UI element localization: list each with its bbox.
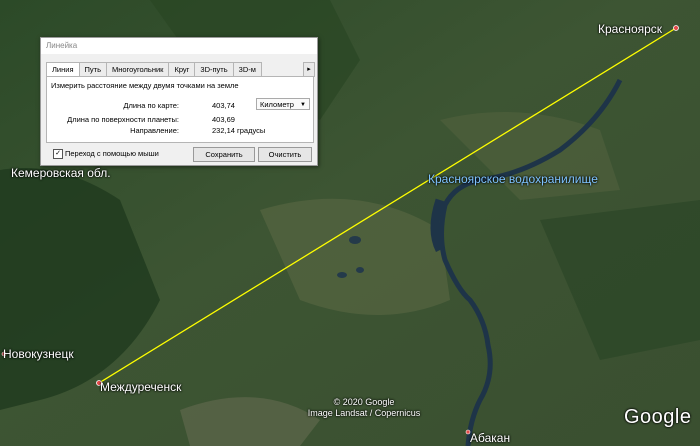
- city-label-mezhdurechensk: Междуреченск: [100, 380, 182, 394]
- reservoir-label: Красноярское водохранилище: [428, 172, 598, 186]
- google-logo: Google: [624, 406, 692, 428]
- tab-line[interactable]: Линия: [46, 62, 80, 77]
- clear-button[interactable]: Очистить: [258, 147, 312, 162]
- attribution-copyright: © 2020 Google: [333, 397, 395, 407]
- ruler-tabs: Линия Путь Многоугольник Круг 3D-путь 3D…: [46, 62, 262, 77]
- region-label: Кемеровская обл.: [11, 166, 111, 180]
- dialog-title: Линейка: [41, 38, 317, 54]
- heading-label: Направление:: [130, 126, 179, 135]
- surface-length-label: Длина по поверхности планеты:: [67, 115, 179, 124]
- map-length-value: 403,74: [212, 101, 235, 110]
- tab-3d-path[interactable]: 3D-путь: [194, 62, 234, 76]
- map-length-label: Длина по карте:: [123, 101, 179, 110]
- surface-length-value: 403,69: [212, 115, 235, 124]
- mouse-navigation-label: Переход с помощью мыши: [65, 149, 159, 158]
- tab-scroll-right-icon[interactable]: ▸: [303, 62, 315, 77]
- tab-path[interactable]: Путь: [78, 62, 107, 76]
- mouse-navigation-checkbox[interactable]: ✓: [53, 149, 63, 159]
- chevron-down-icon: ▼: [300, 102, 306, 108]
- tab-polygon[interactable]: Многоугольник: [106, 62, 170, 76]
- ruler-dialog: Линейка Линия Путь Многоугольник Круг 3D…: [40, 37, 318, 166]
- city-label-krasnoyarsk: Красноярск: [598, 22, 663, 36]
- measure-description: Измерить расстояние между двумя точками …: [51, 81, 239, 90]
- ruler-panel: Измерить расстояние между двумя точками …: [46, 76, 314, 143]
- city-label-abakan: Абакан: [470, 431, 511, 445]
- save-button[interactable]: Сохранить: [193, 147, 255, 162]
- dialog-footer: ✓ Переход с помощью мыши Сохранить Очист…: [46, 145, 312, 162]
- city-label-novokuznetsk: Новокузнецк: [3, 347, 74, 361]
- tab-circle[interactable]: Круг: [168, 62, 196, 76]
- attribution-imagery: Image Landsat / Copernicus: [307, 408, 421, 418]
- unit-select[interactable]: Километр ▼: [256, 98, 310, 110]
- heading-value: 232,14 градусы: [212, 126, 266, 135]
- unit-value: Километр: [260, 100, 294, 109]
- end-pin-icon[interactable]: [673, 25, 679, 31]
- map-attribution: © 2020 Google Image Landsat / Copernicus: [300, 397, 428, 419]
- tab-3d-polygon[interactable]: 3D-м: [232, 62, 262, 76]
